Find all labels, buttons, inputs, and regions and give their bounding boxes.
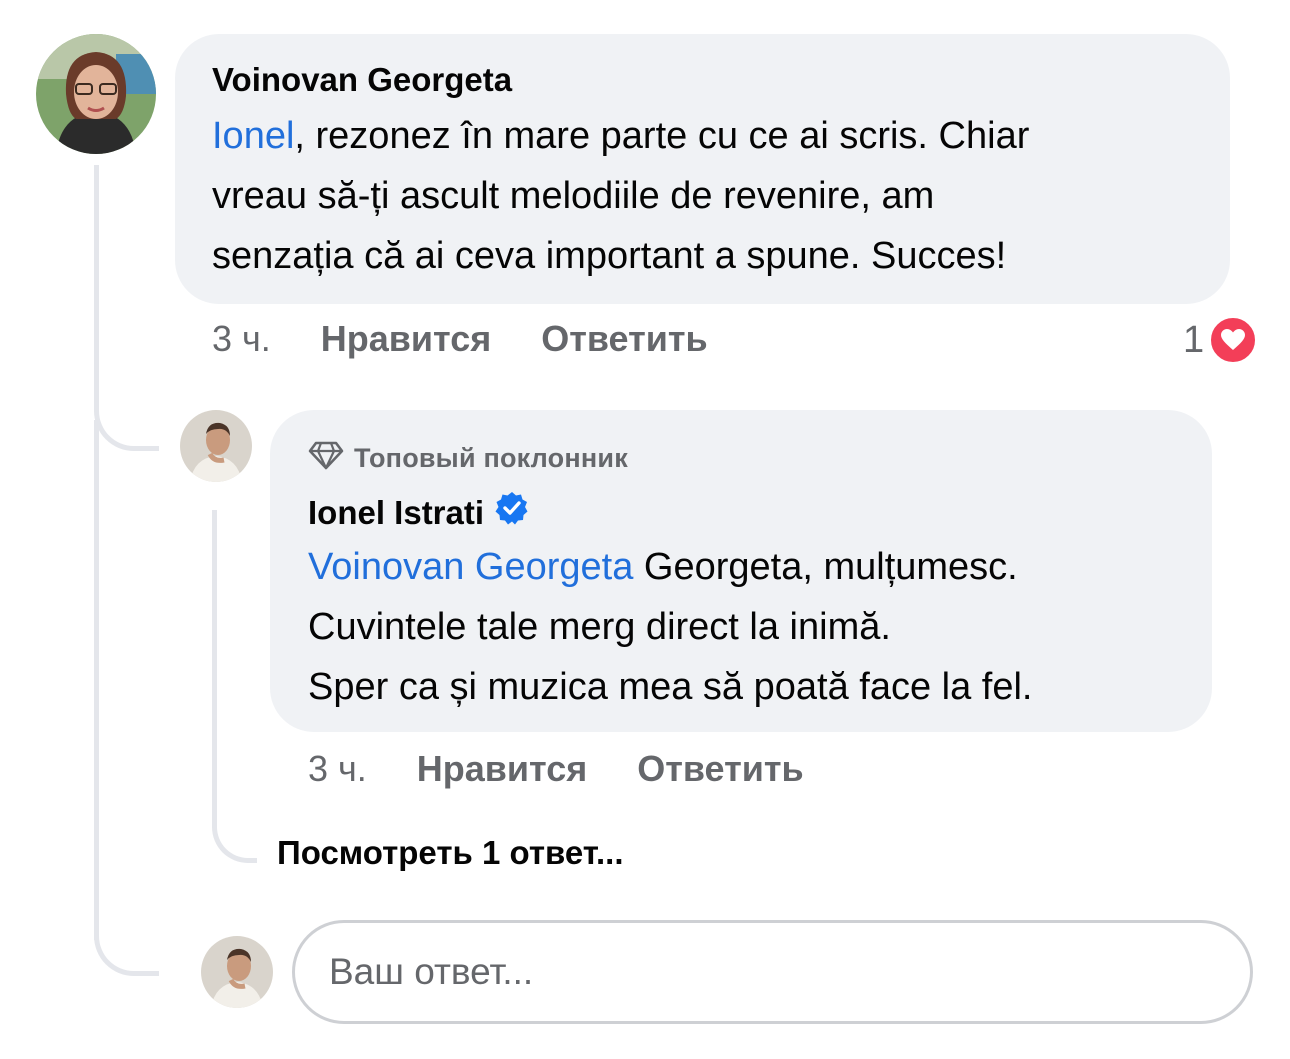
reply-input[interactable]: Ваш ответ... — [292, 920, 1253, 1024]
thread-connector-line — [94, 380, 159, 451]
thread-connector-input-line — [94, 905, 159, 976]
diamond-icon — [308, 440, 344, 477]
comment-mention-link[interactable]: Ionel — [212, 115, 294, 157]
thread-main-line-lower — [94, 420, 99, 940]
reaction-count: 1 — [1183, 318, 1205, 361]
like-button[interactable]: Нравится — [321, 318, 491, 360]
avatar-current-user — [201, 936, 273, 1008]
reply-time: 3 ч. — [308, 748, 367, 789]
reaction-summary[interactable]: 1 — [1183, 315, 1259, 365]
comment-text-line-1: Ionel, rezonez în mare parte cu ce ai sc… — [212, 115, 1030, 157]
comment-actions: 3 ч. Нравится Ответить — [212, 318, 708, 360]
top-fan-badge: Топовый поклонник — [308, 440, 628, 477]
reply-input-placeholder: Ваш ответ... — [329, 951, 534, 992]
reply-reply-button[interactable]: Ответить — [637, 748, 803, 790]
thread-main-line — [94, 165, 99, 405]
heart-icon — [1208, 315, 1259, 365]
reply-text-line-3: Sper ca și muzica mea să poată face la f… — [308, 666, 1033, 708]
reply-author[interactable]: Ionel Istrati — [308, 493, 484, 533]
view-replies-link[interactable]: Посмотреть 1 ответ... — [277, 834, 624, 872]
avatar-voinovan-georgeta[interactable] — [36, 34, 156, 154]
comment-text-line-3: senzația că ai ceva important a spune. S… — [212, 235, 1007, 277]
reply-actions: 3 ч. Нравится Ответить — [308, 748, 804, 790]
comment-bubble: Voinovan Georgeta Ionel, rezonez în mare… — [175, 34, 1230, 304]
comment-author[interactable]: Voinovan Georgeta — [212, 60, 512, 100]
reply-like-button[interactable]: Нравится — [417, 748, 587, 790]
reply-button[interactable]: Ответить — [541, 318, 707, 360]
reply-thread-line — [212, 510, 257, 863]
reply-text-line-1: Voinovan Georgeta Georgeta, mulțumesc. — [308, 546, 1018, 588]
avatar-ionel-istrati[interactable] — [180, 410, 252, 482]
reply-text-line-2: Cuvintele tale merg direct la inimă. — [308, 606, 891, 648]
verified-badge-icon — [494, 490, 530, 535]
comment-text-line-2: vreau să-ți ascult melodiile de revenire… — [212, 175, 935, 217]
badge-label: Топовый поклонник — [354, 443, 628, 473]
reply-author-row: Ionel Istrati — [308, 490, 530, 535]
reply-bubble: Топовый поклонник Ionel Istrati Voinovan… — [270, 410, 1212, 732]
comment-time: 3 ч. — [212, 318, 271, 359]
reply-mention-link[interactable]: Voinovan Georgeta — [308, 546, 633, 588]
